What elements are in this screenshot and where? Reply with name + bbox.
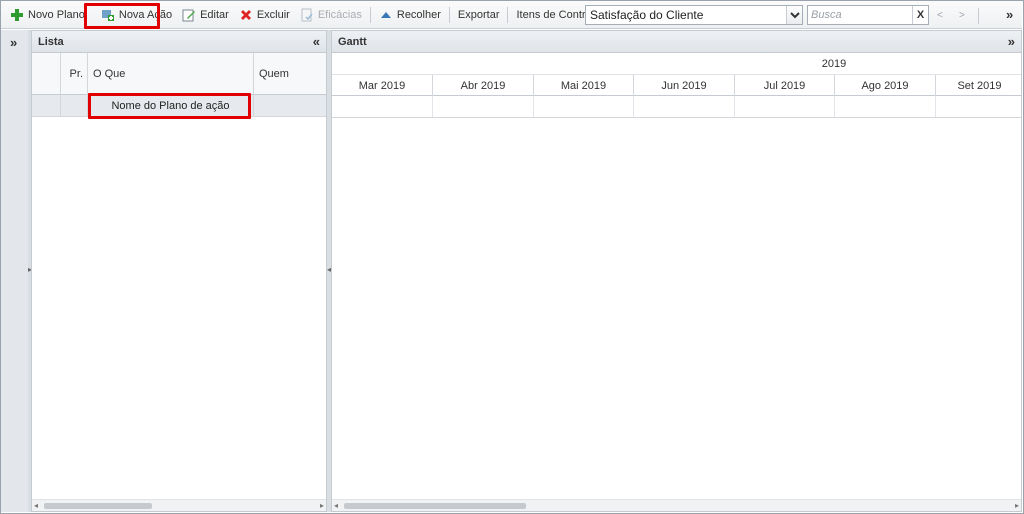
row-quem-cell — [254, 95, 326, 116]
column-header-select[interactable] — [32, 53, 61, 95]
highlight-box — [88, 93, 251, 119]
exportar-label: Exportar — [457, 8, 500, 21]
excluir-label: Excluir — [256, 8, 290, 21]
gantt-header: Gantt » — [332, 31, 1021, 53]
scroll-right-icon[interactable]: ▸ — [320, 501, 324, 510]
plus-icon — [10, 8, 24, 22]
toolbar-separator — [369, 6, 371, 23]
row-pr-cell — [61, 95, 88, 116]
editar-label: Editar — [200, 8, 229, 21]
toolbar-separator — [448, 6, 450, 23]
gantt-cell — [634, 96, 735, 117]
month-header: Jul 2019 — [735, 75, 835, 96]
column-header-quem[interactable]: Quem — [254, 53, 326, 95]
toolbar-overflow-button[interactable]: » — [1006, 7, 1013, 22]
toolbar-separator — [978, 8, 979, 24]
month-header: Jun 2019 — [634, 75, 735, 96]
gantt-cell — [433, 96, 534, 117]
month-header: Mai 2019 — [534, 75, 634, 96]
lista-grid-header: Pr. O Que Quem — [32, 53, 326, 95]
gantt-horizontal-scrollbar[interactable]: ◂ ▸ — [332, 499, 1021, 511]
scroll-right-icon[interactable]: ▸ — [1015, 501, 1019, 510]
scroll-left-icon[interactable]: ◂ — [34, 501, 38, 510]
gantt-cell — [735, 96, 835, 117]
month-header: Abr 2019 — [433, 75, 534, 96]
exportar-button[interactable]: Exportar — [453, 4, 505, 26]
eficacias-button[interactable]: Eficácias — [295, 4, 367, 26]
scroll-thumb[interactable] — [344, 503, 526, 509]
excluir-button[interactable]: Excluir — [234, 4, 295, 26]
search-input[interactable]: Busca X — [807, 5, 929, 25]
gantt-row[interactable] — [332, 96, 1021, 118]
collapse-lista-button[interactable]: « — [313, 34, 320, 49]
edit-icon — [182, 8, 196, 22]
novo-plano-label: Novo Plano — [28, 8, 85, 21]
recolher-button[interactable]: Recolher — [374, 4, 446, 26]
gantt-cell — [835, 96, 936, 117]
toolbar-separator — [507, 6, 509, 23]
gantt-year-row: 2019 — [332, 53, 1021, 75]
row-select-cell[interactable] — [32, 95, 61, 116]
search-placeholder: Busca — [811, 9, 842, 21]
novo-plano-button[interactable]: Novo Plano — [5, 4, 90, 26]
gantt-panel: Gantt » 2019 Mar 2019 Abr 2019 Mai 2019 … — [331, 30, 1022, 512]
delete-icon — [239, 8, 253, 22]
expand-panel-button[interactable]: » — [10, 35, 17, 50]
previous-result-button[interactable]: < — [937, 10, 943, 21]
gantt-cell — [332, 96, 433, 117]
column-header-pr[interactable]: Pr. — [61, 53, 88, 95]
document-check-icon — [300, 8, 314, 22]
gantt-title: Gantt — [338, 35, 367, 48]
collapse-up-icon — [379, 8, 393, 22]
gantt-cell — [534, 96, 634, 117]
gantt-months-row: Mar 2019 Abr 2019 Mai 2019 Jun 2019 Jul … — [332, 75, 1021, 96]
clear-search-icon[interactable]: X — [912, 6, 928, 24]
highlight-box — [84, 3, 160, 29]
month-header: Ago 2019 — [835, 75, 936, 96]
lista-horizontal-scrollbar[interactable]: ◂ ▸ — [32, 499, 326, 511]
gantt-year: 2019 — [821, 57, 847, 70]
eficacias-label: Eficácias — [317, 8, 362, 21]
itens-controle-select[interactable]: Satisfação do Cliente — [585, 5, 803, 25]
scroll-left-icon[interactable]: ◂ — [334, 501, 338, 510]
month-header: Mar 2019 — [332, 75, 433, 96]
chevron-down-icon[interactable] — [786, 6, 802, 24]
next-result-button[interactable]: > — [959, 10, 965, 21]
lista-header: Lista « — [32, 31, 326, 53]
expand-gantt-button[interactable]: » — [1008, 34, 1015, 49]
lista-title: Lista — [38, 35, 64, 48]
recolher-label: Recolher — [396, 8, 441, 21]
month-header: Set 2019 — [957, 79, 1002, 92]
itens-controle-value: Satisfação do Cliente — [590, 8, 704, 22]
editar-button[interactable]: Editar — [177, 4, 234, 26]
left-collapsed-panel: » — [1, 30, 29, 512]
scroll-thumb[interactable] — [44, 503, 152, 509]
column-header-o-que[interactable]: O Que — [88, 53, 254, 95]
